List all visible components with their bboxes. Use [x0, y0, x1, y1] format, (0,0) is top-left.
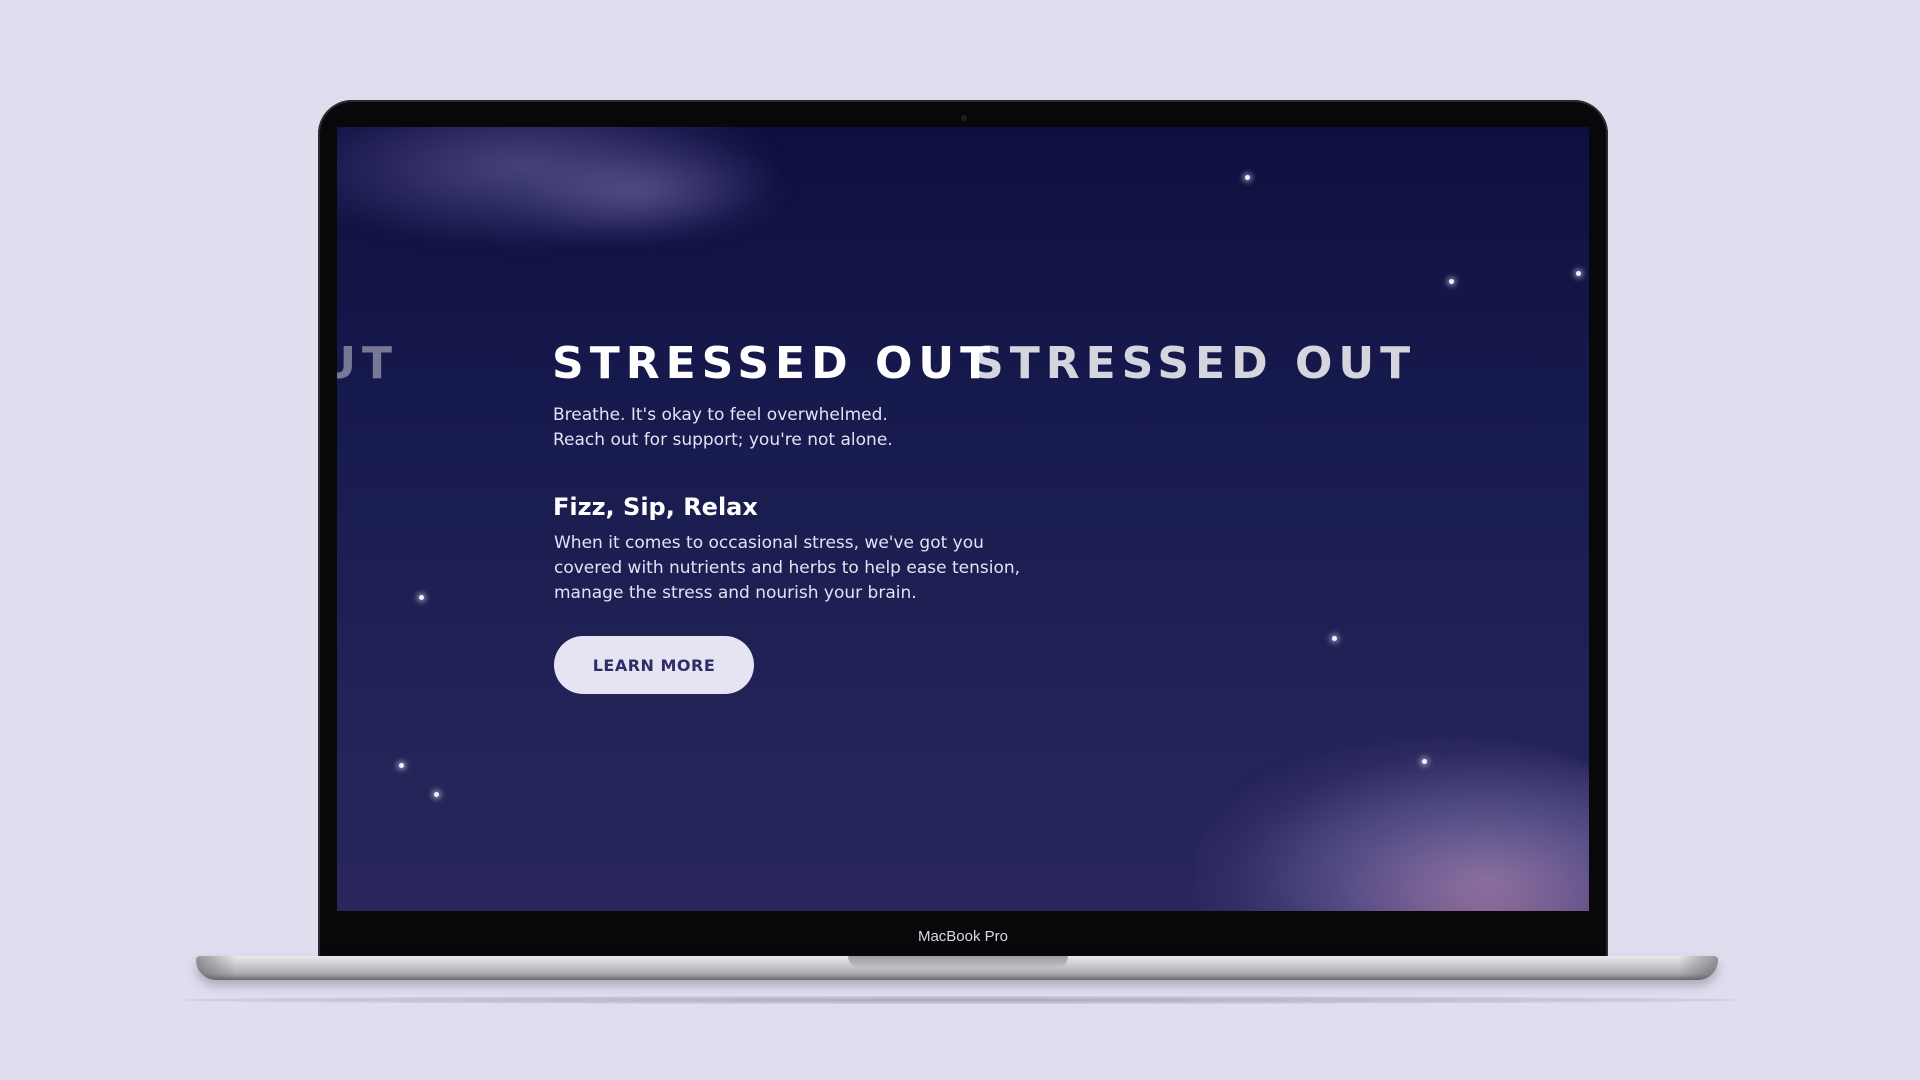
model-label: MacBook Pro: [917, 928, 1009, 945]
star-icon: [399, 763, 404, 768]
laptop-opening-notch: [848, 956, 1068, 968]
section-body: When it comes to occasional stress, we'v…: [554, 531, 1074, 606]
section-body-line: covered with nutrients and herbs to help…: [554, 558, 1021, 578]
screen: ED OUT STRESSED OUT STRESSED OUT Breathe…: [337, 127, 1589, 911]
laptop-base-shade-left: [196, 956, 236, 980]
learn-more-button[interactable]: LEARN MORE: [554, 636, 754, 694]
headline-next-word: STRESSED OUT: [972, 338, 1417, 389]
laptop-mockup: ED OUT STRESSED OUT STRESSED OUT Breathe…: [0, 0, 1920, 1080]
star-icon: [1332, 636, 1337, 641]
webcam: [961, 115, 967, 121]
laptop-floor-shadow: [180, 996, 1740, 1004]
tagline-line: Reach out for support; you're not alone.: [553, 430, 893, 450]
cloud-illustration-top-highlight: [487, 137, 787, 247]
tagline-line: Breathe. It's okay to feel overwhelmed.: [553, 405, 888, 425]
star-icon: [419, 595, 424, 600]
section-body-line: When it comes to occasional stress, we'v…: [554, 533, 984, 553]
star-icon: [434, 792, 439, 797]
section-title: Fizz, Sip, Relax: [553, 493, 758, 521]
scrolling-headline: ED OUT STRESSED OUT STRESSED OUT: [337, 334, 1589, 394]
headline-main-word: STRESSED OUT: [552, 338, 997, 389]
section-body-line: manage the stress and nourish your brain…: [554, 583, 917, 603]
star-icon: [1245, 175, 1250, 180]
star-icon: [1576, 271, 1581, 276]
star-icon: [1422, 759, 1427, 764]
laptop-base-shade-right: [1678, 956, 1718, 980]
hero-tagline: Breathe. It's okay to feel overwhelmed. …: [553, 403, 1153, 453]
headline-faded-word: ED OUT: [337, 338, 399, 389]
star-icon: [1449, 279, 1454, 284]
